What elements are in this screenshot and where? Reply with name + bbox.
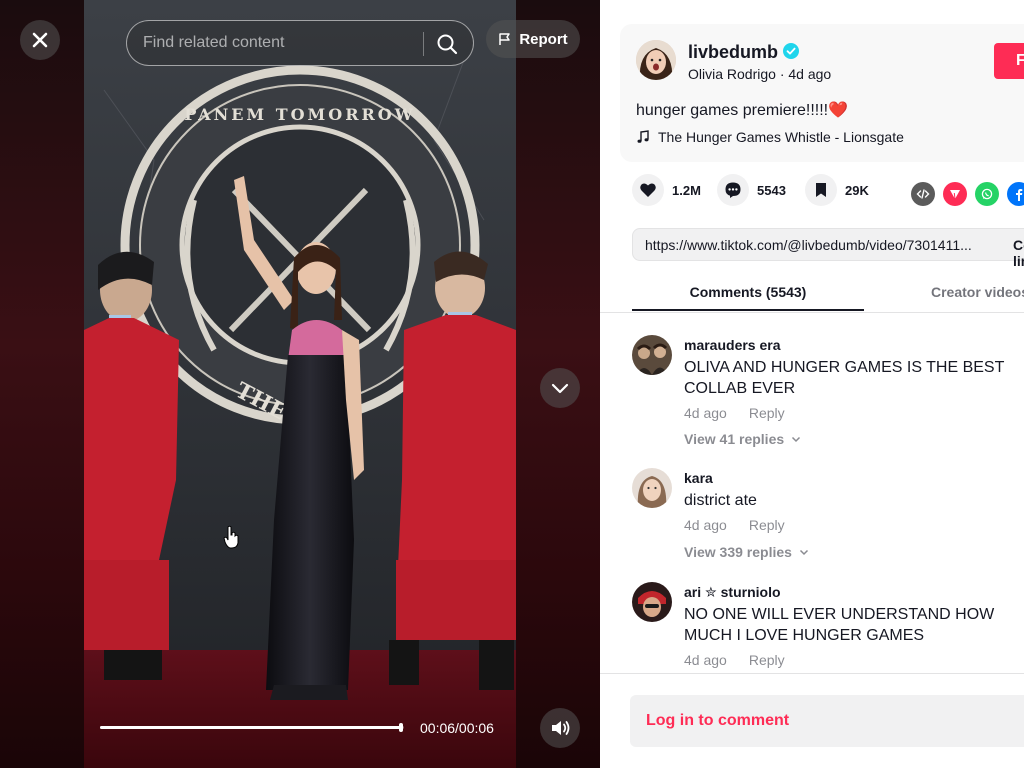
content-tabs: Comments (5543) Creator videos: [632, 272, 1024, 312]
like-button[interactable]: 1.2M: [632, 174, 701, 206]
search-bar[interactable]: [126, 20, 474, 66]
video-blur-left: [0, 0, 84, 768]
comment-time: 4d ago: [684, 405, 727, 421]
view-replies-label: View 339 replies: [684, 544, 792, 560]
comment-footer: Log in to comment: [600, 673, 1024, 768]
comment-text: NO ONE WILL EVER UNDERSTAND HOW MUCH I L…: [684, 606, 995, 644]
active-tab-underline: [632, 309, 864, 311]
commenter-name[interactable]: ari ✮ sturniolo: [684, 584, 781, 601]
post-time: 4d ago: [788, 66, 832, 82]
report-button[interactable]: Report: [486, 20, 580, 58]
reply-button[interactable]: Reply: [749, 405, 785, 421]
commenter-name[interactable]: marauders era: [684, 337, 781, 353]
bookmark-icon: [816, 183, 826, 197]
comment-count: 5543: [757, 182, 786, 198]
comment-meta: 4d ago Reply: [684, 405, 785, 421]
view-replies-button[interactable]: View 41 replies: [684, 431, 802, 447]
share-link-box: https://www.tiktok.com/@livbedumb/video/…: [632, 228, 1024, 269]
commenter-avatar[interactable]: [632, 468, 672, 508]
login-to-comment-button[interactable]: Log in to comment: [630, 695, 1024, 747]
music-link[interactable]: The Hunger Games Whistle - Lionsgate: [636, 129, 904, 145]
post-caption: hunger games premiere!!!!!❤️: [636, 100, 848, 120]
volume-icon: [552, 721, 570, 735]
heart-icon: [640, 183, 656, 197]
author-info-card: livbedumb Olivia Rodrigo · 4d ago Follow…: [620, 24, 1024, 162]
commenter-name[interactable]: kara: [684, 470, 713, 486]
send-icon[interactable]: [943, 182, 967, 206]
chevron-down-icon: [792, 436, 801, 443]
action-bar: 1.2M 5543 29K: [632, 174, 1024, 214]
comment-icon-circle: [717, 174, 749, 206]
search-icon[interactable]: [435, 32, 459, 56]
video-progress-knob[interactable]: [398, 723, 403, 732]
reply-button[interactable]: Reply: [749, 517, 785, 533]
comment-text: OLIVA AND HUNGER GAMES IS THE BEST COLLA…: [684, 359, 1005, 397]
facebook-icon[interactable]: [1007, 182, 1024, 206]
comment-list[interactable]: marauders era OLIVA AND HUNGER GAMES IS …: [600, 313, 1024, 673]
author-avatar[interactable]: [636, 40, 676, 80]
save-icon-circle: [805, 174, 837, 206]
video-still-image: PANEM TOMORROW THE A: [84, 0, 516, 768]
follow-button[interactable]: Follow: [994, 43, 1024, 79]
search-divider: [423, 32, 424, 56]
next-video-button[interactable]: [540, 368, 580, 408]
comment-meta: 4d ago Reply: [684, 652, 785, 668]
commenter-avatar[interactable]: [632, 582, 672, 622]
hand-cursor-icon: [223, 525, 239, 549]
close-button[interactable]: [20, 20, 60, 60]
share-link-url[interactable]: https://www.tiktok.com/@livbedumb/video/…: [645, 237, 972, 253]
embed-icon[interactable]: [911, 182, 935, 206]
view-replies-button[interactable]: View 339 replies: [684, 544, 810, 560]
close-icon: [32, 32, 48, 48]
copy-link-button[interactable]: Copy link: [1013, 237, 1024, 269]
comment-meta: 4d ago Reply: [684, 517, 785, 533]
video-progress-fill: [100, 726, 401, 729]
like-count: 1.2M: [672, 182, 701, 198]
video-frame[interactable]: PANEM TOMORROW THE A: [84, 0, 516, 768]
comment-time: 4d ago: [684, 652, 727, 668]
caption-emoji: ❤️: [828, 102, 849, 119]
like-icon-circle: [632, 174, 664, 206]
search-input[interactable]: [143, 34, 423, 52]
view-replies-label: View 41 replies: [684, 431, 785, 447]
video-time: 00:06/00:06: [420, 720, 494, 736]
tab-comments[interactable]: Comments (5543): [632, 272, 864, 312]
author-subline: Olivia Rodrigo · 4d ago: [688, 66, 831, 82]
chevron-down-icon: [551, 383, 569, 394]
video-progress-bar[interactable]: [100, 723, 404, 732]
music-title: The Hunger Games Whistle - Lionsgate: [658, 129, 904, 145]
report-label: Report: [519, 30, 568, 48]
svg-text:PANEM TOMORROW: PANEM TOMORROW: [184, 105, 415, 124]
details-panel: livbedumb Olivia Rodrigo · 4d ago Follow…: [600, 0, 1024, 768]
commenter-avatar[interactable]: [632, 335, 672, 375]
author-display-name[interactable]: Olivia Rodrigo: [688, 66, 776, 82]
comment-text: district ate: [684, 492, 757, 509]
caption-text: hunger games premiere!!!!!: [636, 102, 829, 119]
volume-button[interactable]: [540, 708, 580, 748]
music-note-icon: [637, 130, 649, 143]
comment-time: 4d ago: [684, 517, 727, 533]
save-button[interactable]: 29K: [805, 174, 869, 206]
whatsapp-icon[interactable]: [975, 182, 999, 206]
subline-separator: ·: [775, 66, 789, 82]
comment-icon: [725, 182, 741, 198]
save-count: 29K: [845, 182, 869, 198]
comment-button[interactable]: 5543: [717, 174, 786, 206]
author-username[interactable]: livbedumb: [688, 42, 778, 63]
tab-creator-videos[interactable]: Creator videos: [864, 272, 1024, 312]
flag-icon: [499, 33, 511, 45]
reply-button[interactable]: Reply: [749, 652, 785, 668]
video-player[interactable]: PANEM TOMORROW THE A Find related conten…: [0, 0, 600, 768]
chevron-down-icon: [799, 549, 808, 556]
verified-badge-icon: [783, 43, 799, 59]
